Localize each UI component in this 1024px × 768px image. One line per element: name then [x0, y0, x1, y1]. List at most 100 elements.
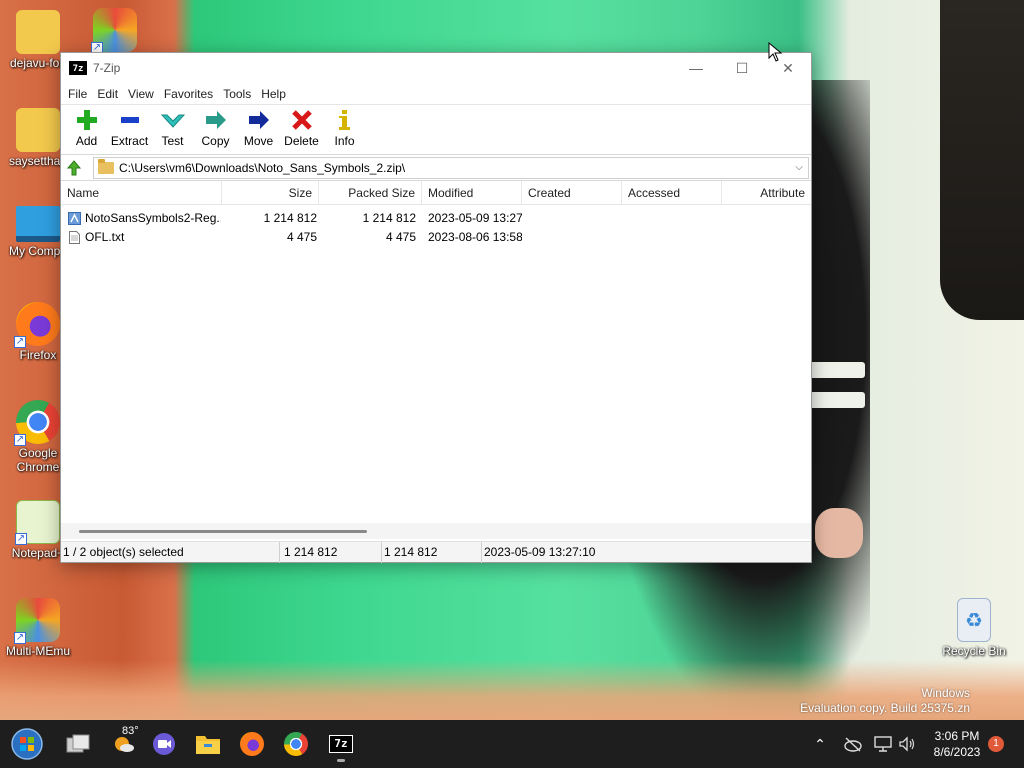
menu-view[interactable]: View [123, 87, 159, 101]
move-arrow-icon [246, 109, 272, 131]
table-row[interactable]: OFL.txt 4 475 4 475 2023-08-06 13:58 [61, 228, 811, 247]
wallpaper-shadow [940, 0, 1024, 320]
x-icon [289, 109, 315, 131]
clock-date: 8/6/2023 [933, 745, 981, 759]
folder-icon [16, 108, 60, 152]
shortcut-arrow-icon: ↗ [15, 533, 27, 545]
column-header-name[interactable]: Name [61, 181, 222, 205]
recycle-bin-icon: ♻ [957, 598, 991, 642]
shortcut-arrow-icon: ↗ [14, 336, 26, 348]
task-view-icon [66, 734, 90, 753]
notification-badge[interactable]: 1 [988, 736, 1004, 752]
file-size: 1 214 812 [263, 211, 317, 225]
minimize-button[interactable]: — [673, 53, 719, 83]
status-packed: 1 214 812 [382, 542, 482, 563]
chrome-taskbar-button[interactable] [280, 728, 312, 760]
info-button[interactable]: Info [323, 109, 366, 148]
mouse-cursor-icon [768, 42, 782, 62]
menu-file[interactable]: File [63, 87, 92, 101]
delete-button[interactable]: Delete [280, 109, 323, 148]
chrome-icon [284, 732, 308, 756]
network-status[interactable] [872, 720, 894, 768]
onedrive-status[interactable] [840, 720, 866, 768]
menu-edit[interactable]: Edit [92, 87, 123, 101]
column-header-attribute[interactable]: Attribute [722, 181, 811, 205]
speaker-icon [899, 736, 915, 752]
firefox-icon [240, 732, 264, 756]
start-button[interactable] [10, 727, 44, 761]
desktop-icon-label: My Compu [8, 244, 67, 258]
desktop-icon-label: saysettha_ [8, 154, 68, 168]
firefox-taskbar-button[interactable] [236, 728, 268, 760]
move-button[interactable]: Move [237, 109, 280, 148]
column-header-accessed[interactable]: Accessed [622, 181, 722, 205]
file-list: NotoSansSymbols2-Reg... 1 214 812 1 214 … [61, 205, 811, 525]
title-bar[interactable]: 7z 7-Zip — ☐ ✕ [61, 53, 811, 83]
column-header-modified[interactable]: Modified [422, 181, 522, 205]
parent-folder-button[interactable] [63, 157, 85, 179]
desktop-icon-recycle-bin[interactable]: ♻ Recycle Bin [936, 598, 1012, 658]
toolbar: Add Extract Test Copy Move Delete Info [61, 105, 811, 155]
weather-icon [115, 737, 134, 752]
menu-tools[interactable]: Tools [218, 87, 256, 101]
maximize-button[interactable]: ☐ [719, 53, 765, 83]
weather-widget[interactable]: 83° [106, 725, 142, 760]
address-bar: C:\Users\vm6\Downloads\Noto_Sans_Symbols… [61, 155, 811, 181]
status-selection: 1 / 2 object(s) selected [61, 542, 280, 563]
7zip-taskbar-button[interactable]: 7z [325, 728, 357, 762]
file-explorer-button[interactable] [192, 728, 224, 760]
file-packed-size: 4 475 [385, 230, 416, 244]
extract-button[interactable]: Extract [108, 109, 151, 148]
text-file-icon [69, 231, 80, 244]
show-hidden-icons-button[interactable]: ⌃ [808, 720, 832, 768]
cloud-off-icon [844, 737, 862, 752]
multi-memu-icon: ↗ [14, 598, 60, 644]
desktop-icon-label: Recycle Bin [942, 644, 1006, 658]
windows-watermark-line1: Windows [921, 686, 970, 700]
chrome-icon: ↗ [14, 400, 60, 446]
desktop-icon-label: Multi-MEmu [5, 644, 70, 658]
window-title: 7-Zip [93, 61, 121, 75]
column-headers: Name Size Packed Size Modified Created A… [61, 181, 811, 205]
column-header-size[interactable]: Size [222, 181, 319, 205]
memu-icon: ↗ [91, 8, 137, 54]
clock[interactable]: 3:06 PM 8/6/2023 [924, 728, 990, 760]
shortcut-arrow-icon: ↗ [14, 434, 26, 446]
column-header-created[interactable]: Created [522, 181, 622, 205]
copy-label: Copy [201, 134, 230, 148]
delete-label: Delete [284, 134, 319, 148]
menu-help[interactable]: Help [256, 87, 291, 101]
file-modified: 2023-08-06 13:58 [428, 230, 522, 244]
font-file-icon [68, 212, 81, 225]
desktop-icon-label: Google Chrome [16, 446, 60, 474]
notepad-plus-plus-icon: ↗ [15, 500, 60, 545]
volume-control[interactable] [896, 720, 918, 768]
folder-icon [196, 736, 220, 754]
task-view-button[interactable] [62, 728, 94, 760]
meet-button[interactable] [148, 728, 180, 760]
desktop-icon-multi-memu[interactable]: ↗ Multi-MEmu [0, 598, 76, 658]
add-button[interactable]: Add [65, 109, 108, 148]
7zip-logo-icon: 7z [329, 735, 353, 753]
network-icon [874, 736, 892, 752]
desktop-icon-label: Firefox [19, 348, 57, 362]
test-button[interactable]: Test [151, 109, 194, 148]
scrollbar-thumb[interactable] [79, 530, 367, 533]
check-icon [160, 109, 186, 131]
7zip-window: 7z 7-Zip — ☐ ✕ File Edit View Favorites … [60, 52, 812, 563]
table-row[interactable]: NotoSansSymbols2-Reg... 1 214 812 1 214 … [61, 209, 811, 228]
wallpaper-stripe [805, 362, 865, 378]
horizontal-scrollbar[interactable] [61, 523, 811, 539]
chevron-down-icon[interactable]: ⌵ [790, 162, 808, 173]
column-header-packed-size[interactable]: Packed Size [319, 181, 422, 205]
desktop-icon-memu[interactable]: ↗ [80, 8, 150, 54]
copy-arrow-icon [203, 109, 229, 131]
file-name: OFL.txt [85, 230, 125, 244]
copy-button[interactable]: Copy [194, 109, 237, 148]
desktop-icon-label: dejavu-fon [9, 56, 67, 70]
file-packed-size: 1 214 812 [362, 211, 416, 225]
menu-favorites[interactable]: Favorites [159, 87, 218, 101]
status-modified: 2023-05-09 13:27:10 [484, 545, 596, 559]
file-size: 4 475 [286, 230, 317, 244]
address-input[interactable]: C:\Users\vm6\Downloads\Noto_Sans_Symbols… [93, 156, 809, 179]
